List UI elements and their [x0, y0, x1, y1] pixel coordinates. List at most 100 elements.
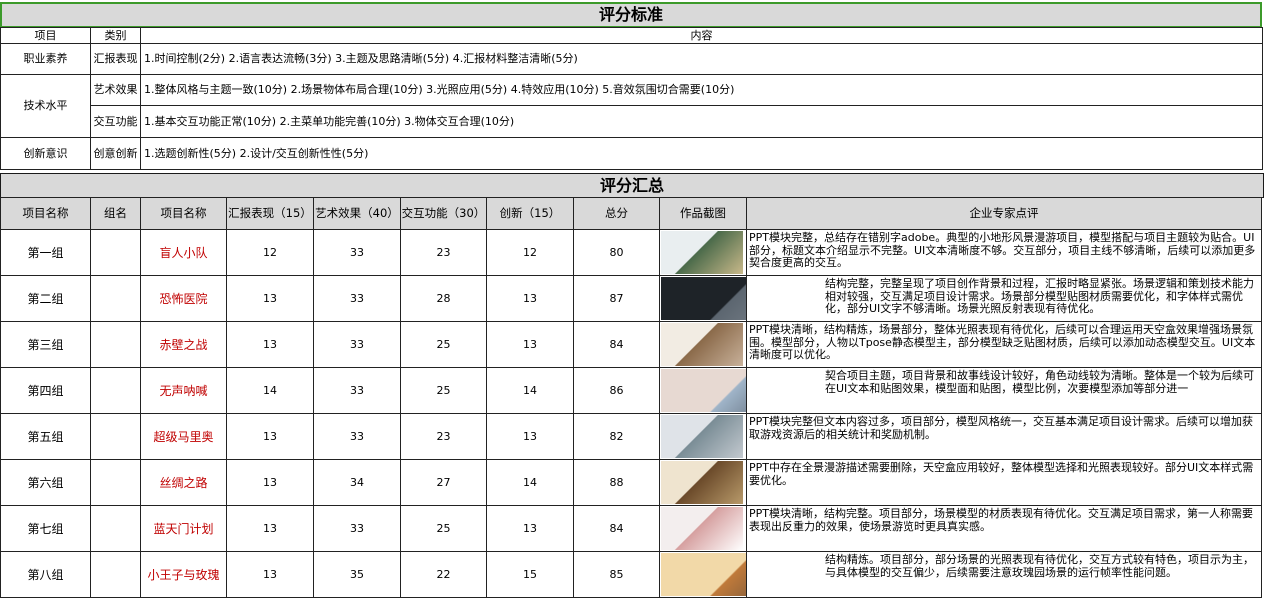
expert-comment-cell[interactable]: 结构精炼。项目部分，部分场景的光照表现有待优化，交互方式较有特色，项目示为主，与… [746, 551, 1262, 598]
criteria-header-category[interactable]: 类别 [90, 27, 141, 44]
interaction-score-cell[interactable]: 28 [400, 275, 487, 322]
project-name-cell[interactable]: 小王子与玫瑰 [140, 551, 227, 598]
interaction-score-cell[interactable]: 27 [400, 459, 487, 506]
total-score-cell[interactable]: 86 [573, 367, 660, 414]
criteria-item[interactable]: 技术水平 [0, 74, 91, 138]
innovation-score-cell[interactable]: 12 [486, 229, 574, 276]
header-interaction[interactable]: 交互功能（30） [400, 197, 487, 230]
project-name-cell[interactable]: 丝绸之路 [140, 459, 227, 506]
header-innovation[interactable]: 创新（15） [486, 197, 574, 230]
total-score-cell[interactable]: 80 [573, 229, 660, 276]
project-name-cell[interactable]: 盲人小队 [140, 229, 227, 276]
criteria-item[interactable]: 职业素养 [0, 43, 91, 75]
group-cell[interactable]: 第五组 [0, 413, 91, 460]
total-score-cell[interactable]: 82 [573, 413, 660, 460]
criteria-content[interactable]: 1.整体风格与主题一致(10分) 2.场景物体布局合理(10分) 3.光照应用(… [140, 74, 1263, 106]
screenshot-cell[interactable] [659, 505, 747, 552]
group-cell[interactable]: 第四组 [0, 367, 91, 414]
art-score-cell[interactable]: 33 [313, 321, 401, 368]
report-score-cell[interactable]: 13 [226, 505, 314, 552]
team-cell[interactable] [90, 459, 141, 506]
header-team[interactable]: 组名 [90, 197, 141, 230]
criteria-content[interactable]: 1.时间控制(2分) 2.语言表达流畅(3分) 3.主题及思路清晰(5分) 4.… [140, 43, 1263, 75]
team-cell[interactable] [90, 367, 141, 414]
summary-title[interactable]: 评分汇总 [0, 173, 1264, 198]
group-cell[interactable]: 第七组 [0, 505, 91, 552]
art-score-cell[interactable]: 33 [313, 413, 401, 460]
team-cell[interactable] [90, 413, 141, 460]
total-score-cell[interactable]: 84 [573, 321, 660, 368]
interaction-score-cell[interactable]: 23 [400, 229, 487, 276]
interaction-score-cell[interactable]: 25 [400, 367, 487, 414]
criteria-category[interactable]: 艺术效果 [90, 74, 141, 106]
expert-comment-cell[interactable]: PPT模块完整但文本内容过多，项目部分，模型风格统一，交互基本满足项目设计需求。… [746, 413, 1262, 460]
art-score-cell[interactable]: 33 [313, 505, 401, 552]
screenshot-cell[interactable] [659, 413, 747, 460]
report-score-cell[interactable]: 13 [226, 275, 314, 322]
screenshot-cell[interactable] [659, 275, 747, 322]
screenshot-cell[interactable] [659, 321, 747, 368]
group-cell[interactable]: 第八组 [0, 551, 91, 598]
criteria-category[interactable]: 交互功能 [90, 105, 141, 138]
team-cell[interactable] [90, 229, 141, 276]
interaction-score-cell[interactable]: 23 [400, 413, 487, 460]
innovation-score-cell[interactable]: 13 [486, 275, 574, 322]
criteria-category[interactable]: 创意创新 [90, 137, 141, 170]
report-score-cell[interactable]: 13 [226, 321, 314, 368]
team-cell[interactable] [90, 551, 141, 598]
header-screenshot[interactable]: 作品截图 [659, 197, 747, 230]
project-name-cell[interactable]: 蓝天门计划 [140, 505, 227, 552]
screenshot-cell[interactable] [659, 229, 747, 276]
expert-comment-cell[interactable]: PPT模块清晰，结构完整。项目部分，场景模型的材质表现有待优化。交互满足项目需求… [746, 505, 1262, 552]
team-cell[interactable] [90, 275, 141, 322]
criteria-item[interactable]: 创新意识 [0, 137, 91, 170]
group-cell[interactable]: 第三组 [0, 321, 91, 368]
innovation-score-cell[interactable]: 13 [486, 505, 574, 552]
team-cell[interactable] [90, 505, 141, 552]
criteria-content[interactable]: 1.基本交互功能正常(10分) 2.主菜单功能完善(10分) 3.物体交互合理(… [140, 105, 1263, 138]
screenshot-cell[interactable] [659, 367, 747, 414]
screenshot-cell[interactable] [659, 459, 747, 506]
header-report[interactable]: 汇报表现（15） [226, 197, 314, 230]
art-score-cell[interactable]: 35 [313, 551, 401, 598]
project-name-cell[interactable]: 超级马里奥 [140, 413, 227, 460]
report-score-cell[interactable]: 12 [226, 229, 314, 276]
header-art[interactable]: 艺术效果（40） [313, 197, 401, 230]
header-comment[interactable]: 企业专家点评 [746, 197, 1262, 230]
interaction-score-cell[interactable]: 25 [400, 505, 487, 552]
criteria-header-content[interactable]: 内容 [140, 27, 1263, 44]
report-score-cell[interactable]: 13 [226, 551, 314, 598]
project-name-cell[interactable]: 无声呐喊 [140, 367, 227, 414]
innovation-score-cell[interactable]: 14 [486, 367, 574, 414]
team-cell[interactable] [90, 321, 141, 368]
innovation-score-cell[interactable]: 14 [486, 459, 574, 506]
criteria-header-item[interactable]: 项目 [0, 27, 91, 44]
criteria-content[interactable]: 1.选题创新性(5分) 2.设计/交互创新性性(5分) [140, 137, 1263, 170]
group-cell[interactable]: 第二组 [0, 275, 91, 322]
innovation-score-cell[interactable]: 13 [486, 413, 574, 460]
header-total[interactable]: 总分 [573, 197, 660, 230]
art-score-cell[interactable]: 33 [313, 275, 401, 322]
interaction-score-cell[interactable]: 22 [400, 551, 487, 598]
criteria-title[interactable]: 评分标准 [0, 2, 1262, 28]
expert-comment-cell[interactable]: PPT模块完整，总结存在错别字adobe。典型的小地形风景漫游项目，模型搭配与项… [746, 229, 1262, 276]
group-cell[interactable]: 第六组 [0, 459, 91, 506]
interaction-score-cell[interactable]: 25 [400, 321, 487, 368]
total-score-cell[interactable]: 87 [573, 275, 660, 322]
innovation-score-cell[interactable]: 13 [486, 321, 574, 368]
header-project-name[interactable]: 项目名称 [140, 197, 227, 230]
report-score-cell[interactable]: 13 [226, 459, 314, 506]
expert-comment-cell[interactable]: PPT模块清晰，结构精炼，场景部分，整体光照表现有待优化，后续可以合理运用天空盒… [746, 321, 1262, 368]
total-score-cell[interactable]: 88 [573, 459, 660, 506]
innovation-score-cell[interactable]: 15 [486, 551, 574, 598]
expert-comment-cell[interactable]: 契合项目主题，项目背景和故事线设计较好，角色动线较为清晰。整体是一个较为后续可在… [746, 367, 1262, 414]
screenshot-cell[interactable] [659, 551, 747, 598]
art-score-cell[interactable]: 33 [313, 229, 401, 276]
report-score-cell[interactable]: 14 [226, 367, 314, 414]
criteria-category[interactable]: 汇报表现 [90, 43, 141, 75]
expert-comment-cell[interactable]: PPT中存在全景漫游描述需要删除，天空盒应用较好，整体模型选择和光照表现较好。部… [746, 459, 1262, 506]
art-score-cell[interactable]: 34 [313, 459, 401, 506]
expert-comment-cell[interactable]: 结构完整，完整呈现了项目创作背景和过程，汇报时略显紧张。场景逻辑和策划技术能力相… [746, 275, 1262, 322]
report-score-cell[interactable]: 13 [226, 413, 314, 460]
total-score-cell[interactable]: 84 [573, 505, 660, 552]
